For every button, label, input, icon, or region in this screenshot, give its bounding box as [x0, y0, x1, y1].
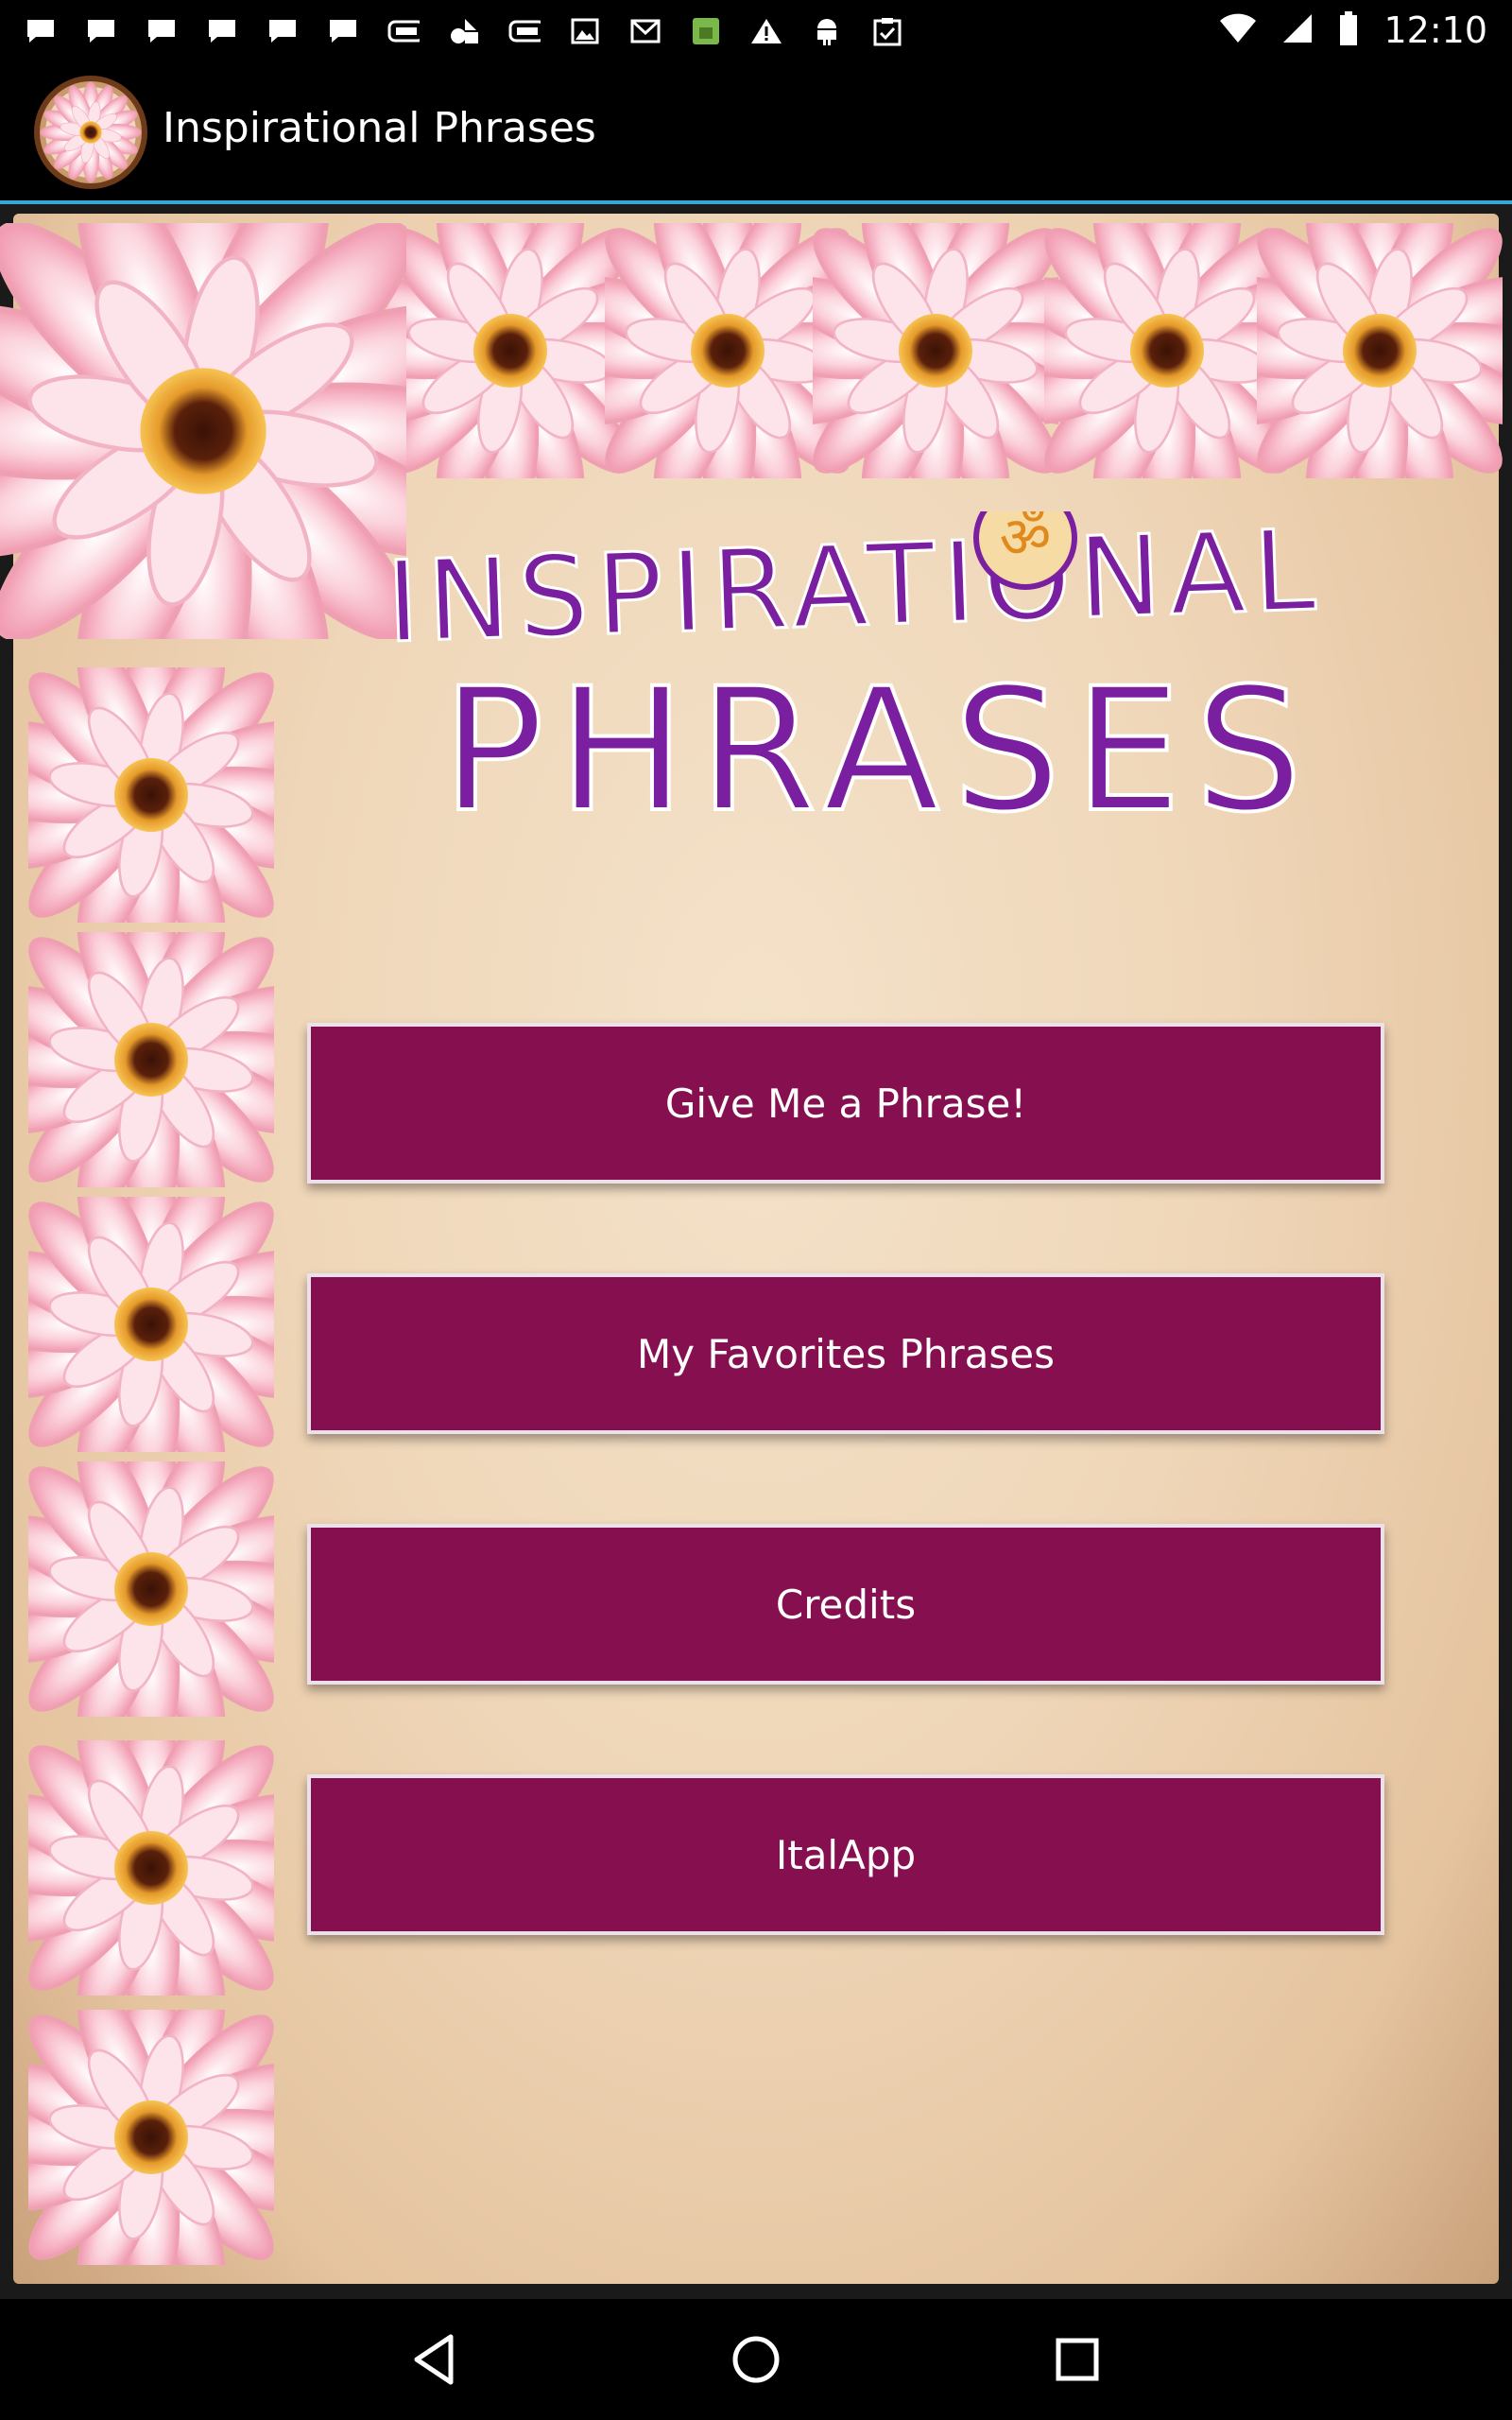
my-favorites-phrases-button[interactable]: My Favorites Phrases — [307, 1273, 1384, 1434]
heading-line1: INSPIRATIONAL — [385, 511, 1325, 667]
svg-text:ॐ: ॐ — [1000, 511, 1052, 571]
gmail-icon — [629, 17, 662, 45]
flower-icon — [1044, 223, 1290, 478]
flower-icon — [28, 2010, 274, 2265]
battery-card-icon — [387, 17, 420, 45]
clipboard-check-icon — [871, 17, 903, 46]
battery-icon — [1338, 10, 1359, 50]
chat-icon — [25, 17, 57, 45]
warning-icon — [750, 17, 782, 45]
inspirational-phrases-heading: INSPIRATIONAL ॐ PHRASES — [383, 511, 1326, 852]
app-logo-icon — [32, 74, 149, 191]
flower-icon — [1257, 223, 1503, 478]
heading-line2: PHRASES — [441, 652, 1315, 850]
wifi-icon — [1219, 12, 1257, 48]
recents-icon[interactable] — [1040, 2322, 1115, 2397]
android-icon — [448, 17, 480, 45]
flower-icon — [387, 223, 633, 478]
notification-icons — [25, 13, 903, 49]
om-symbol-icon: ॐ — [973, 511, 1077, 590]
android-robot-icon — [811, 17, 843, 45]
chat-icon — [327, 17, 359, 45]
signal-icon — [1281, 12, 1314, 48]
chat-icon — [266, 17, 299, 45]
app-title: Inspirational Phrases — [163, 104, 596, 152]
battery-card-icon — [508, 17, 541, 45]
flower-icon — [28, 1461, 274, 1717]
credits-button[interactable]: Credits — [307, 1524, 1384, 1685]
flower-icon — [28, 932, 274, 1187]
chat-icon — [206, 17, 238, 45]
status-bar: 12:10 — [0, 0, 1512, 60]
back-icon[interactable] — [397, 2322, 472, 2397]
flower-icon — [28, 1197, 274, 1452]
flower-icon — [28, 1740, 274, 1996]
chat-icon — [146, 17, 178, 45]
give-me-a-phrase-button[interactable]: Give Me a Phrase! — [307, 1023, 1384, 1184]
flower-icon — [28, 667, 274, 923]
flower-icon — [813, 223, 1058, 478]
main-content: INSPIRATIONAL ॐ PHRASES Give Me a Phrase… — [0, 204, 1512, 2299]
italapp-button[interactable]: ItalApp — [307, 1774, 1384, 1935]
app-bar: Inspirational Phrases — [0, 60, 1512, 204]
chat-icon — [85, 17, 117, 45]
navigation-bar — [0, 2299, 1512, 2420]
home-icon[interactable] — [718, 2322, 794, 2397]
android-app-icon — [690, 17, 722, 45]
image-icon — [569, 17, 601, 45]
clock: 12:10 — [1383, 9, 1487, 51]
system-icons: 12:10 — [1219, 8, 1487, 53]
